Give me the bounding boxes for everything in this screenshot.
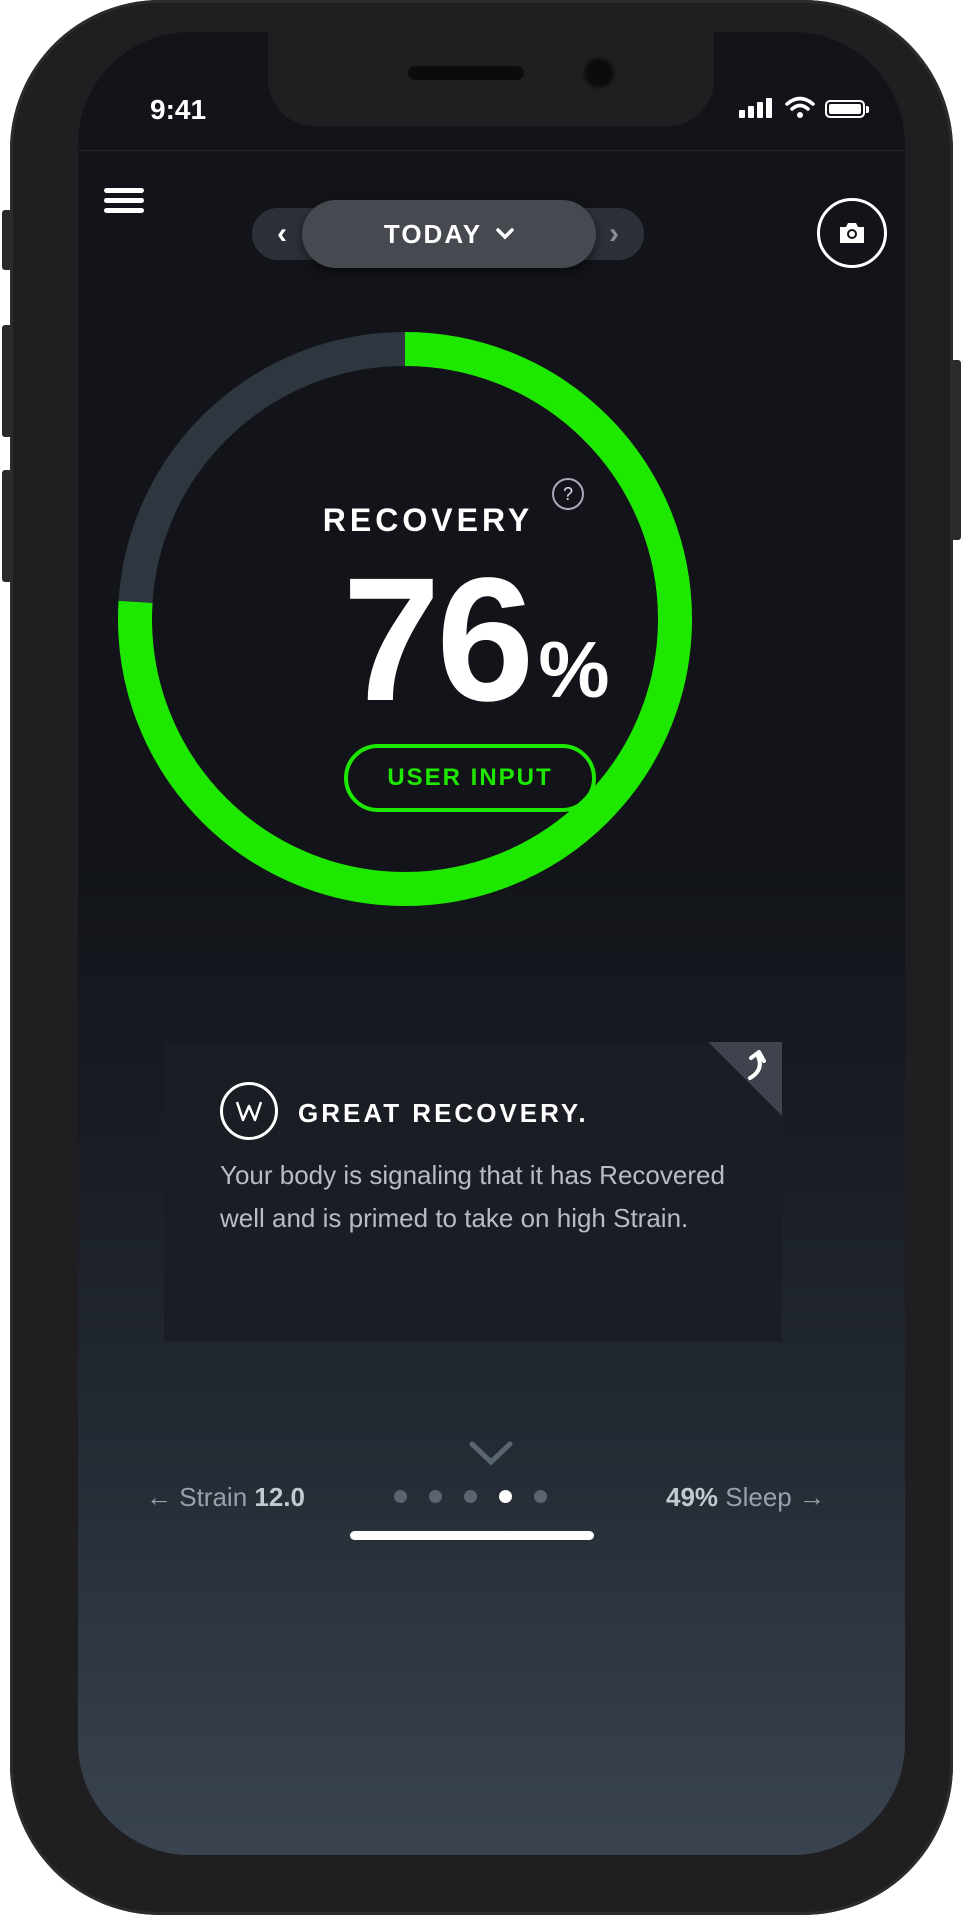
sleep-label: Sleep [725,1482,792,1512]
arrow-left-icon: ← [146,1482,180,1512]
page-dot[interactable] [394,1490,407,1503]
recovery-score: 76 % [306,552,646,728]
strain-label: Strain [179,1482,248,1512]
sleep-value: 49% [665,1482,719,1512]
recovery-score-unit: % [538,625,610,714]
page-dot[interactable] [429,1490,442,1503]
user-input-button[interactable]: USER INPUT [344,744,596,812]
page-dot[interactable] [464,1490,477,1503]
arrow-right-icon: → [791,1482,825,1512]
phone-frame: 9:41 ‹ › TODAY RECOVERY ? 76 % USER INPU… [10,0,953,1915]
whoop-logo-icon [220,1082,278,1140]
strain-value: 12.0 [254,1482,305,1512]
recovery-label: RECOVERY [322,502,534,538]
home-indicator[interactable] [350,1531,594,1540]
card-body: Your body is signaling that it has Recov… [220,1160,725,1233]
page-dot[interactable] [534,1490,547,1503]
page-dot[interactable] [499,1490,512,1503]
strain-link[interactable]: ← Strain 12.0 [146,1482,305,1513]
page-indicator [394,1490,547,1503]
share-arrow-icon[interactable] [742,1048,772,1082]
chevron-down-icon[interactable] [468,1440,514,1468]
sleep-link[interactable]: 49% Sleep → [666,1482,825,1513]
card-title: GREAT RECOVERY. [298,1098,589,1128]
help-icon[interactable]: ? [552,478,584,510]
recovery-insight-card[interactable]: GREAT RECOVERY. Your body is signaling t… [164,1042,782,1342]
recovery-ring [118,332,692,906]
recovery-score-value: 76 [342,542,535,738]
app-screen: 9:41 ‹ › TODAY RECOVERY ? 76 % USER INPU… [78,32,905,1855]
